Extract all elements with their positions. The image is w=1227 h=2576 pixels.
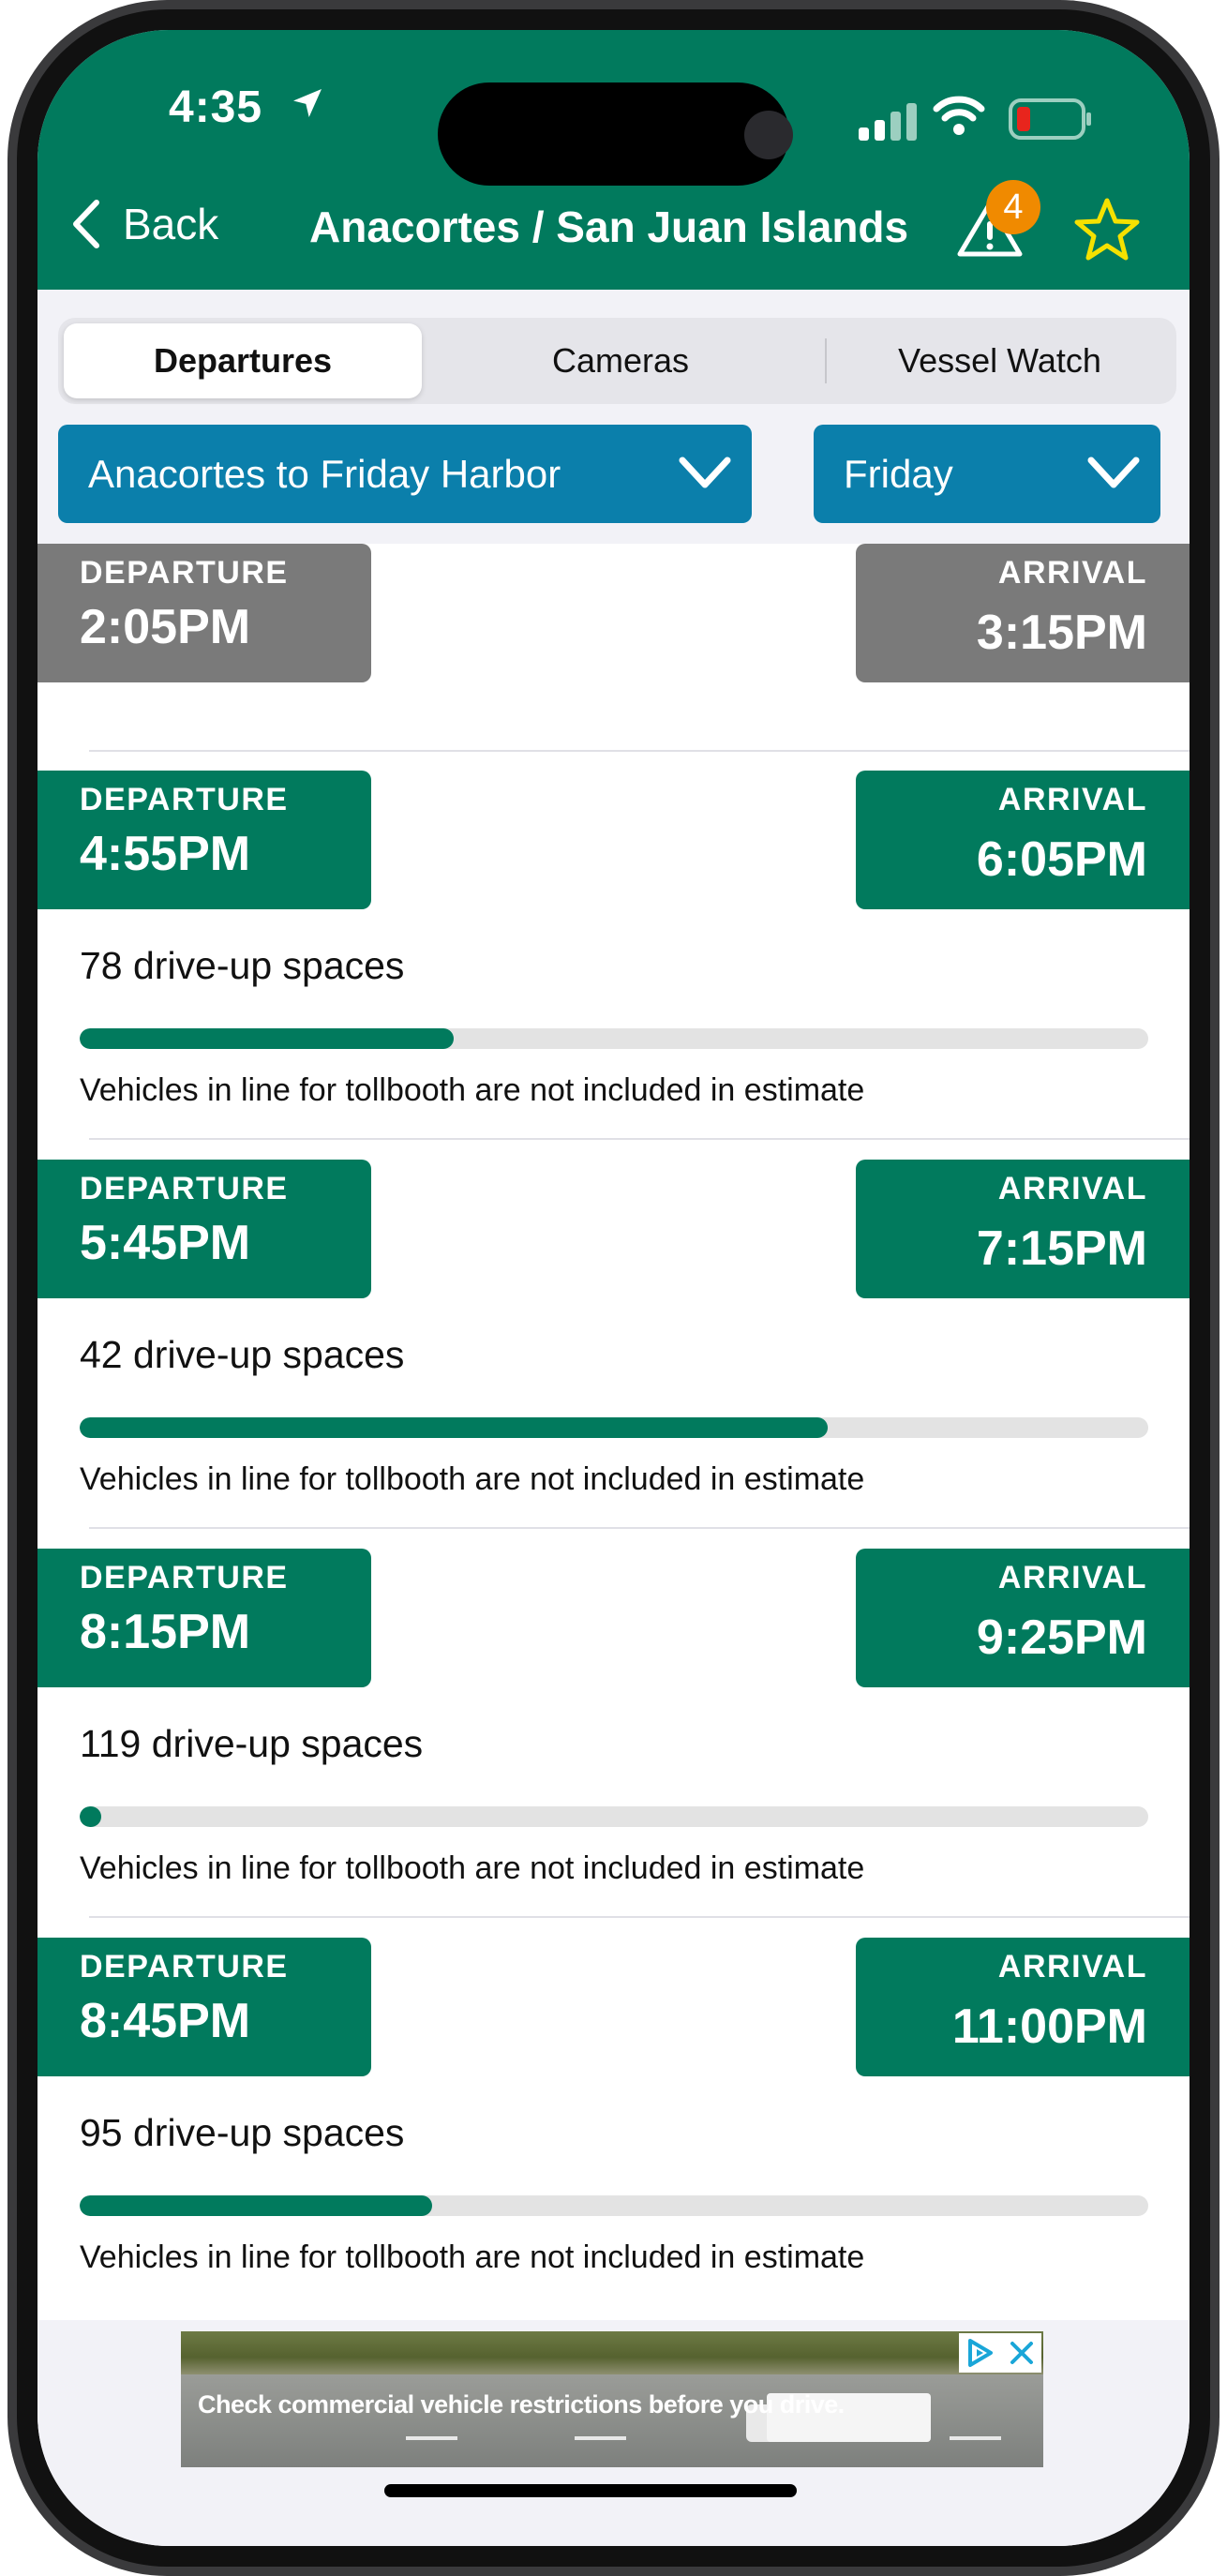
ad-text: Check commercial vehicle restrictions be… [198, 2390, 845, 2419]
wifi-icon [933, 96, 985, 135]
drive-up-spaces: 119 drive-up spaces [80, 1722, 424, 1765]
departure-time: 2:05PM [80, 600, 251, 654]
departure-label: DEPARTURE [80, 1171, 289, 1206]
star-outline-icon[interactable] [1073, 197, 1141, 262]
battery-icon [1009, 98, 1091, 140]
tab-cameras[interactable]: Cameras [433, 323, 808, 398]
arrival-label: ARRIVAL [997, 1560, 1147, 1595]
row-divider [89, 1916, 1190, 1918]
alert-count-badge: 4 [986, 180, 1040, 234]
day-select[interactable]: Friday [814, 425, 1160, 523]
ad-background-trees [181, 2331, 1043, 2374]
phone-bezel: 4:35 Back Anacortes / San Juan Islands 4… [17, 9, 1210, 2567]
back-button[interactable]: Back [70, 199, 218, 249]
drive-up-spaces: 95 drive-up spaces [80, 2111, 405, 2154]
row-divider [89, 1138, 1190, 1140]
departure-box: DEPARTURE 4:55PM [37, 771, 371, 909]
capacity-bar [80, 1417, 1148, 1438]
drive-up-spaces: 78 drive-up spaces [80, 944, 405, 987]
departure-time: 5:45PM [80, 1216, 251, 1270]
departure-time: 8:45PM [80, 1994, 251, 2048]
capacity-bar [80, 1806, 1148, 1827]
arrival-box: ARRIVAL 11:00PM [856, 1938, 1190, 2076]
arrival-time: 3:15PM [976, 606, 1147, 660]
arrival-time: 6:05PM [976, 832, 1147, 887]
arrival-label: ARRIVAL [997, 1949, 1147, 1984]
tollbooth-note: Vehicles in line for tollbooth are not i… [80, 1850, 865, 1886]
road-marking [575, 2436, 626, 2440]
road-marking [950, 2436, 1001, 2440]
arrival-label: ARRIVAL [997, 555, 1147, 591]
close-icon[interactable] [1008, 2339, 1036, 2367]
arrival-time: 7:15PM [976, 1221, 1147, 1276]
back-label: Back [123, 200, 219, 248]
page-title: Anacortes / San Juan Islands [309, 202, 909, 251]
tollbooth-note: Vehicles in line for tollbooth are not i… [80, 1461, 865, 1497]
capacity-bar-fill [80, 1417, 828, 1438]
arrival-label: ARRIVAL [997, 1171, 1147, 1206]
route-select[interactable]: Anacortes to Friday Harbor [58, 425, 752, 523]
status-time: 4:35 [169, 82, 263, 132]
day-select-value: Friday [844, 451, 953, 496]
chevron-down-icon [679, 457, 731, 488]
arrival-box: ARRIVAL 6:05PM [856, 771, 1190, 909]
ad-banner[interactable]: Check commercial vehicle restrictions be… [181, 2331, 1043, 2467]
departure-label: DEPARTURE [80, 1560, 289, 1595]
route-select-value: Anacortes to Friday Harbor [88, 451, 561, 496]
drive-up-spaces: 42 drive-up spaces [80, 1333, 405, 1376]
row-divider [89, 750, 1190, 752]
capacity-bar-fill [80, 1806, 101, 1827]
capacity-bar-fill [80, 2195, 433, 2216]
tab-vessel-watch[interactable]: Vessel Watch [829, 323, 1171, 398]
arrival-label: ARRIVAL [997, 782, 1147, 817]
segmented-control: Departures Cameras Vessel Watch [58, 318, 1176, 404]
departure-box: DEPARTURE 8:15PM [37, 1549, 371, 1687]
chevron-down-icon [1087, 457, 1140, 488]
row-divider [89, 1527, 1190, 1529]
location-arrow-icon [293, 89, 322, 117]
sailing-row[interactable]: DEPARTURE 2:05PM ARRIVAL 3:15PM [37, 544, 1190, 772]
tollbooth-note: Vehicles in line for tollbooth are not i… [80, 2239, 865, 2275]
arrival-box: ARRIVAL 3:15PM [856, 544, 1190, 682]
segment-divider [825, 338, 827, 383]
sailing-row[interactable]: DEPARTURE 8:45PM ARRIVAL 11:00PM 95 driv… [37, 1938, 1190, 2320]
capacity-bar [80, 2195, 1148, 2216]
camera-lens [744, 111, 793, 159]
ad-choices[interactable] [959, 2333, 1041, 2373]
sailing-row[interactable]: DEPARTURE 5:45PM ARRIVAL 7:15PM 42 drive… [37, 1160, 1190, 1549]
departure-label: DEPARTURE [80, 1949, 289, 1984]
adchoices-icon[interactable] [965, 2337, 996, 2369]
cellular-signal-icon [859, 103, 917, 141]
home-indicator[interactable] [384, 2484, 797, 2497]
departure-box: DEPARTURE 8:45PM [37, 1938, 371, 2076]
ad-container: Check commercial vehicle restrictions be… [37, 2320, 1190, 2546]
road-marking [406, 2436, 457, 2440]
arrival-time: 11:00PM [951, 1999, 1147, 2054]
departure-box: DEPARTURE 5:45PM [37, 1160, 371, 1298]
tab-departures[interactable]: Departures [64, 323, 422, 398]
screen: 4:35 Back Anacortes / San Juan Islands 4… [37, 30, 1190, 2546]
capacity-bar [80, 1028, 1148, 1049]
tollbooth-note: Vehicles in line for tollbooth are not i… [80, 1072, 865, 1108]
departure-time: 4:55PM [80, 827, 251, 881]
nav-header: 4:35 Back Anacortes / San Juan Islands 4 [37, 30, 1190, 290]
sailing-row[interactable]: DEPARTURE 8:15PM ARRIVAL 9:25PM 119 driv… [37, 1549, 1190, 1938]
arrival-time: 9:25PM [976, 1610, 1147, 1665]
chevron-left-icon [73, 200, 99, 248]
capacity-bar-fill [80, 1028, 454, 1049]
departure-label: DEPARTURE [80, 555, 289, 591]
departure-label: DEPARTURE [80, 782, 289, 817]
sailing-row[interactable]: DEPARTURE 4:55PM ARRIVAL 6:05PM 78 drive… [37, 771, 1190, 1160]
departure-box: DEPARTURE 2:05PM [37, 544, 371, 682]
phone-frame: 4:35 Back Anacortes / San Juan Islands 4… [7, 0, 1220, 2576]
departure-time: 8:15PM [80, 1605, 251, 1659]
arrival-box: ARRIVAL 9:25PM [856, 1549, 1190, 1687]
arrival-box: ARRIVAL 7:15PM [856, 1160, 1190, 1298]
dynamic-island [438, 82, 789, 186]
sailings-list: DEPARTURE 2:05PM ARRIVAL 3:15PM DEPARTUR… [37, 544, 1190, 2320]
